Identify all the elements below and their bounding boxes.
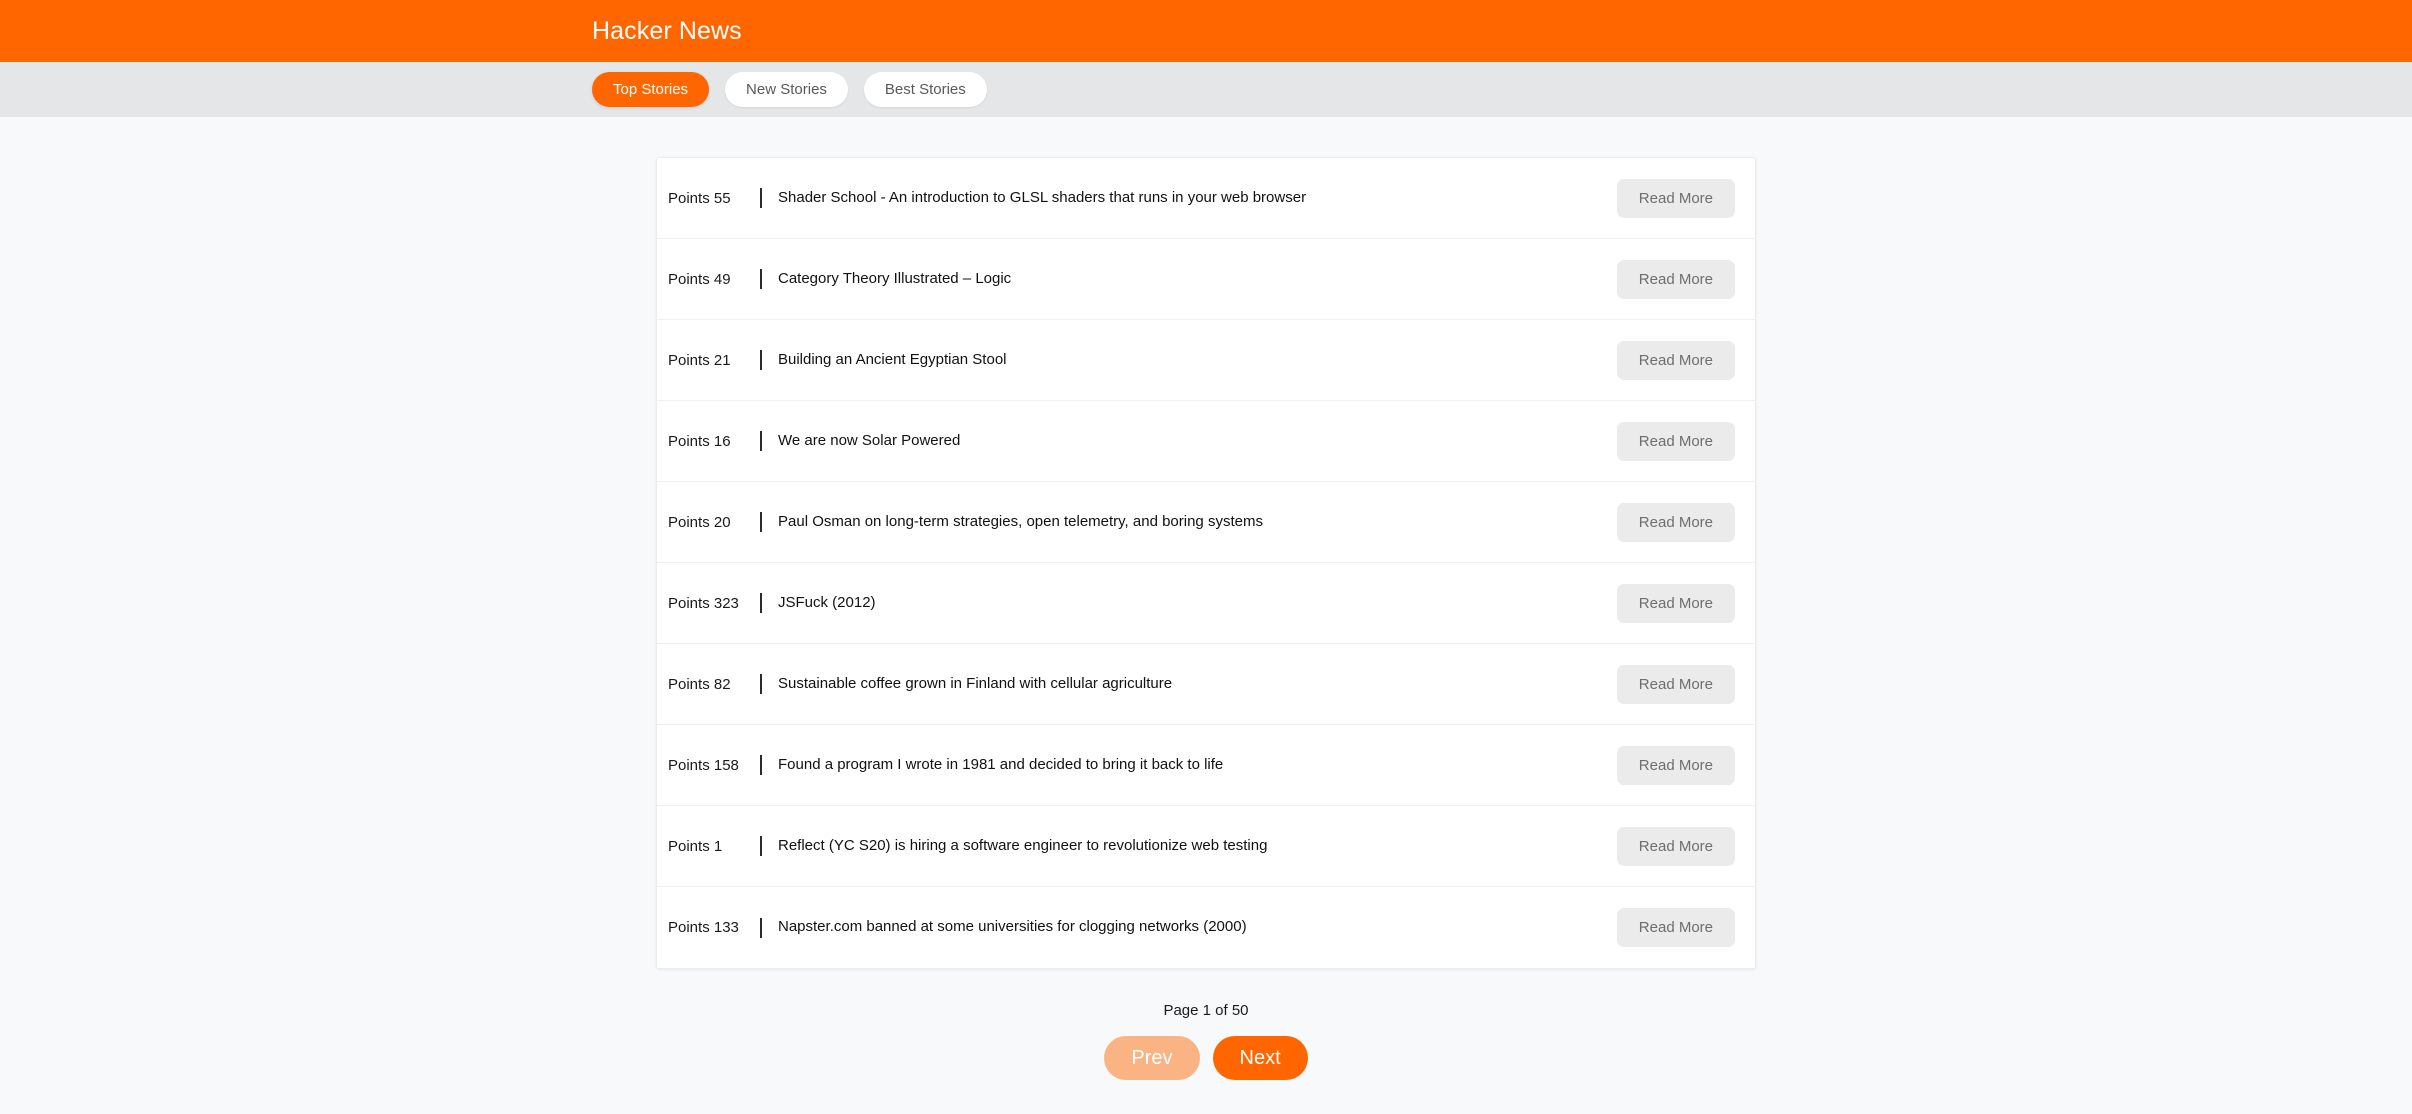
read-more-button[interactable]: Read More bbox=[1617, 827, 1735, 866]
tab-best-stories[interactable]: Best Stories bbox=[864, 72, 987, 107]
story-title[interactable]: Reflect (YC S20) is hiring a software en… bbox=[778, 838, 1338, 855]
story-list-item[interactable]: Points 20 Paul Osman on long-term strate… bbox=[657, 482, 1755, 563]
story-category-tabbar: Top Stories New Stories Best Stories bbox=[0, 62, 2412, 117]
vertical-divider-icon bbox=[760, 674, 762, 694]
read-more-button[interactable]: Read More bbox=[1617, 584, 1735, 623]
app-header: Hacker News bbox=[0, 0, 2412, 62]
vertical-divider-icon bbox=[760, 512, 762, 532]
story-list-item[interactable]: Points 1 Reflect (YC S20) is hiring a so… bbox=[657, 806, 1755, 887]
story-points: Points 55 bbox=[668, 190, 748, 207]
next-page-button[interactable]: Next bbox=[1213, 1036, 1308, 1080]
story-list-item[interactable]: Points 55 Shader School - An introductio… bbox=[657, 158, 1755, 239]
vertical-divider-icon bbox=[760, 918, 762, 938]
vertical-divider-icon bbox=[760, 188, 762, 208]
story-list-item[interactable]: Points 158 Found a program I wrote in 19… bbox=[657, 725, 1755, 806]
story-points: Points 21 bbox=[668, 352, 748, 369]
vertical-divider-icon bbox=[760, 431, 762, 451]
vertical-divider-icon bbox=[760, 836, 762, 856]
story-list-item[interactable]: Points 133 Napster.com banned at some un… bbox=[657, 887, 1755, 968]
story-points: Points 1 bbox=[668, 838, 748, 855]
story-points: Points 133 bbox=[668, 919, 748, 936]
story-list-item[interactable]: Points 16 We are now Solar Powered Read … bbox=[657, 401, 1755, 482]
story-list: Points 55 Shader School - An introductio… bbox=[656, 157, 1756, 969]
prev-page-button[interactable]: Prev bbox=[1104, 1036, 1199, 1080]
story-list-item[interactable]: Points 323 JSFuck (2012) Read More bbox=[657, 563, 1755, 644]
page-title: Hacker News bbox=[592, 17, 742, 46]
story-title[interactable]: Building an Ancient Egyptian Stool bbox=[778, 352, 1338, 369]
read-more-button[interactable]: Read More bbox=[1617, 260, 1735, 299]
vertical-divider-icon bbox=[760, 269, 762, 289]
tab-new-stories[interactable]: New Stories bbox=[725, 72, 848, 107]
story-title[interactable]: Category Theory Illustrated – Logic bbox=[778, 271, 1338, 288]
story-title[interactable]: Paul Osman on long-term strategies, open… bbox=[778, 514, 1338, 531]
story-list-item[interactable]: Points 21 Building an Ancient Egyptian S… bbox=[657, 320, 1755, 401]
story-points: Points 323 bbox=[668, 595, 748, 612]
story-title[interactable]: Napster.com banned at some universities … bbox=[778, 919, 1338, 936]
story-points: Points 16 bbox=[668, 433, 748, 450]
story-points: Points 158 bbox=[668, 757, 748, 774]
story-points: Points 20 bbox=[668, 514, 748, 531]
pagination: Page 1 of 50 Prev Next bbox=[1104, 1002, 1307, 1080]
vertical-divider-icon bbox=[760, 593, 762, 613]
read-more-button[interactable]: Read More bbox=[1617, 908, 1735, 947]
story-title[interactable]: Sustainable coffee grown in Finland with… bbox=[778, 676, 1338, 693]
read-more-button[interactable]: Read More bbox=[1617, 179, 1735, 218]
story-list-item[interactable]: Points 49 Category Theory Illustrated – … bbox=[657, 239, 1755, 320]
read-more-button[interactable]: Read More bbox=[1617, 422, 1735, 461]
story-title[interactable]: Shader School - An introduction to GLSL … bbox=[778, 190, 1338, 207]
story-title[interactable]: JSFuck (2012) bbox=[778, 595, 1338, 612]
main-content: Points 55 Shader School - An introductio… bbox=[0, 117, 2412, 1114]
pagination-buttons: Prev Next bbox=[1104, 1036, 1307, 1080]
story-title[interactable]: We are now Solar Powered bbox=[778, 433, 1338, 450]
vertical-divider-icon bbox=[760, 755, 762, 775]
story-list-item[interactable]: Points 82 Sustainable coffee grown in Fi… bbox=[657, 644, 1755, 725]
tab-top-stories[interactable]: Top Stories bbox=[592, 72, 709, 107]
read-more-button[interactable]: Read More bbox=[1617, 503, 1735, 542]
read-more-button[interactable]: Read More bbox=[1617, 665, 1735, 704]
read-more-button[interactable]: Read More bbox=[1617, 341, 1735, 380]
story-points: Points 82 bbox=[668, 676, 748, 693]
page-indicator: Page 1 of 50 bbox=[1163, 1002, 1248, 1019]
story-points: Points 49 bbox=[668, 271, 748, 288]
story-title[interactable]: Found a program I wrote in 1981 and deci… bbox=[778, 757, 1338, 774]
read-more-button[interactable]: Read More bbox=[1617, 746, 1735, 785]
vertical-divider-icon bbox=[760, 350, 762, 370]
